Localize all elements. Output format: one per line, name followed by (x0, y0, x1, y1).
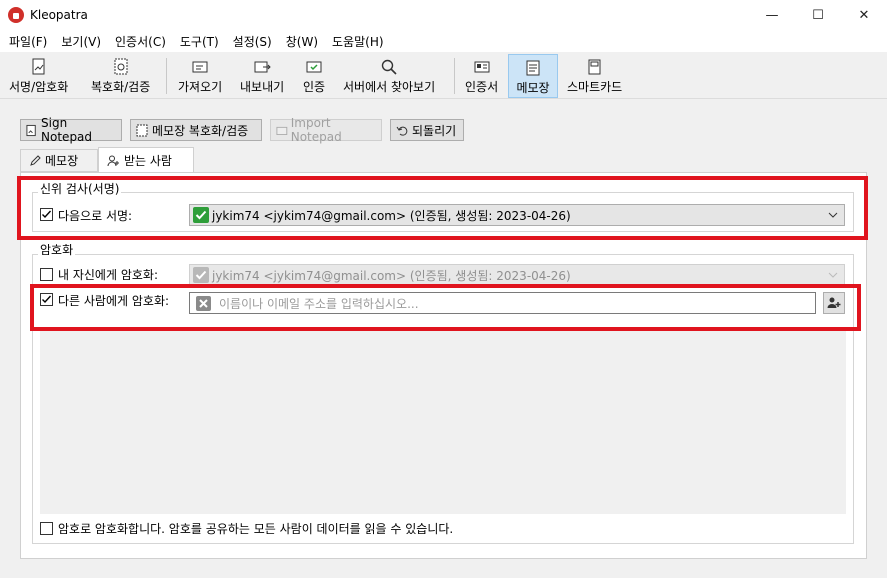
tab-notepad-label: 메모장 (45, 154, 79, 168)
highlight-box-recipients (30, 284, 861, 331)
sign-notepad-icon (26, 124, 36, 136)
pencil-icon (30, 154, 41, 166)
notepad-label: 메모장 (516, 81, 550, 95)
sign-notepad-button[interactable]: Sign Notepad (20, 116, 122, 144)
menu-tools[interactable]: 도구(T) (173, 33, 226, 50)
decrypt-verify-notepad-button[interactable]: 메모장 복호화/검증 (130, 119, 262, 141)
decrypt-verify-icon (114, 58, 128, 75)
close-button[interactable]: ✕ (841, 0, 887, 31)
recipients-list-area (40, 331, 846, 514)
smartcard-button[interactable]: 스마트카드 (562, 54, 627, 98)
decrypt-verify-button[interactable]: 복호화/검증 (86, 54, 155, 98)
menu-window[interactable]: 창(W) (279, 33, 325, 50)
certificates-button[interactable]: 인증서 (460, 54, 503, 98)
window-title: Kleopatra (30, 8, 88, 22)
maximize-icon: ☐ (812, 8, 824, 23)
kleopatra-app-icon (8, 7, 24, 23)
smartcard-icon (588, 59, 601, 75)
sign-encrypt-label: 서명/암호화 (9, 80, 69, 94)
tab-recipients[interactable]: 받는 사람 (98, 147, 194, 173)
maximize-button[interactable]: ☐ (795, 0, 841, 31)
sign-encrypt-icon (32, 58, 45, 75)
highlight-box-signing (17, 176, 868, 240)
menu-view[interactable]: 보기(V) (54, 33, 108, 50)
encrypt-self-label: 내 자신에게 암호화: (58, 268, 158, 282)
lookup-server-button[interactable]: 서버에서 찾아보기 (338, 54, 440, 98)
title-bar: Kleopatra — ☐ ✕ (0, 0, 887, 31)
certificate-valid-icon (193, 267, 209, 283)
encrypt-self-combo[interactable]: jykim74 <jykim74@gmail.com> (인증됨, 생성됨: 2… (189, 264, 845, 286)
certify-button[interactable]: 인증 (298, 54, 330, 98)
smartcard-label: 스마트카드 (567, 80, 623, 94)
decrypt-verify-notepad-icon (136, 124, 148, 136)
menu-certificates[interactable]: 인증서(C) (108, 33, 173, 50)
minimize-button[interactable]: — (749, 0, 795, 31)
export-button[interactable]: 내보내기 (235, 54, 289, 98)
tab-recipients-label: 받는 사람 (124, 154, 172, 168)
import-label: 가져오기 (178, 80, 223, 94)
menu-help[interactable]: 도움말(H) (325, 33, 391, 50)
minimize-icon: — (765, 8, 779, 23)
decrypt-verify-label: 복호화/검증 (91, 80, 151, 94)
toolbar-separator (454, 58, 455, 94)
certificates-icon (474, 61, 490, 73)
search-icon (381, 59, 397, 75)
import-button[interactable]: 가져오기 (173, 54, 227, 98)
main-toolbar: 서명/암호화 복호화/검증 가져오기 내보내기 인증 서버에서 찾아보기 인증서… (0, 52, 887, 99)
menu-file[interactable]: 파일(F) (2, 33, 54, 50)
revert-button[interactable]: 되돌리기 (390, 119, 464, 141)
menu-bar: 파일(F) 보기(V) 인증서(C) 도구(T) 설정(S) 창(W) 도움말(… (0, 31, 887, 52)
chevron-down-icon (828, 272, 838, 278)
sign-encrypt-button[interactable]: 서명/암호화 (4, 54, 73, 98)
add-user-icon (107, 155, 119, 166)
revert-label: 되돌리기 (412, 123, 457, 138)
export-label: 내보내기 (240, 80, 285, 94)
tab-notepad[interactable]: 메모장 (20, 149, 98, 172)
decrypt-verify-notepad-label: 메모장 복호화/검증 (152, 123, 249, 138)
certify-label: 인증 (303, 80, 326, 94)
undo-icon (396, 126, 408, 136)
import-notepad-icon (276, 126, 288, 135)
toolbar-separator (166, 58, 167, 94)
import-notepad-label: Import Notepad (290, 116, 342, 144)
notepad-button[interactable]: 메모장 (508, 54, 558, 98)
sign-notepad-label: Sign Notepad (41, 116, 93, 144)
close-icon: ✕ (858, 8, 870, 23)
lookup-server-label: 서버에서 찾아보기 (343, 80, 436, 94)
password-encrypt-label: 암호로 암호화합니다. 암호를 공유하는 모든 사람이 데이터를 읽을 수 있습… (58, 522, 454, 536)
encrypt-self-checkbox[interactable] (40, 268, 53, 281)
certificates-label: 인증서 (465, 80, 499, 94)
certify-icon (306, 61, 322, 73)
notepad-icon (526, 60, 540, 76)
export-icon (254, 61, 271, 73)
import-notepad-button[interactable]: Import Notepad (270, 116, 382, 144)
encryption-group-title: 암호화 (38, 241, 76, 258)
menu-settings[interactable]: 설정(S) (226, 33, 279, 50)
encrypt-self-value: jykim74 <jykim74@gmail.com> (인증됨, 생성됨: 2… (212, 268, 571, 283)
password-encrypt-checkbox[interactable] (40, 522, 53, 535)
import-icon (192, 61, 208, 73)
